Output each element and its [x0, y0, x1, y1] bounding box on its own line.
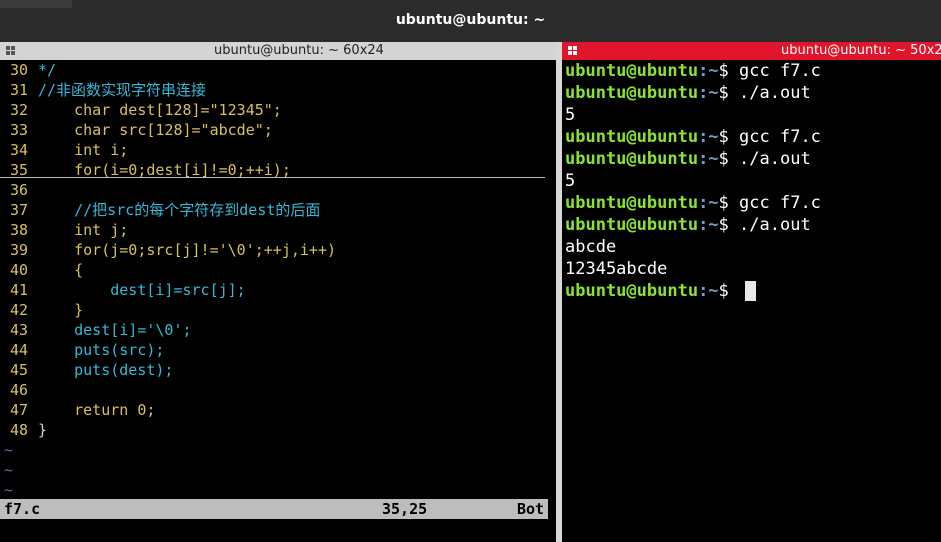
code-line: 33 char src[128]="abcde";: [10, 121, 273, 139]
code-line: 37 //把src的每个字符存到dest的后面: [10, 201, 321, 219]
terminal-command-line: ubuntu@ubuntu:~$ gcc f7.c: [565, 61, 821, 81]
code-line: 44 puts(src);: [10, 341, 165, 359]
empty-buffer-line: ~: [4, 481, 14, 499]
right-pane-title: ubuntu@ubuntu: ~ 50x21: [781, 43, 941, 58]
window-title: ubuntu@ubuntu: ~: [395, 12, 546, 28]
code-line: 48}: [10, 421, 48, 439]
status-filename: f7.c: [4, 500, 41, 518]
terminal-cursor: [745, 281, 757, 301]
code-line: 45 puts(dest);: [10, 361, 174, 379]
window-titlebar[interactable]: ubuntu@ubuntu: ~: [0, 0, 941, 42]
terminal-output-line: 12345abcde: [565, 259, 668, 279]
terminal-output-line: 5: [565, 105, 576, 125]
terminal-command-line: ubuntu@ubuntu:~$ gcc f7.c: [565, 193, 821, 213]
left-pane-titlebar[interactable]: ubuntu@ubuntu: ~ 60x24: [0, 42, 556, 60]
code-line: 41 dest[i]=src[j];: [10, 281, 246, 299]
code-line: 47 return 0;: [10, 401, 156, 419]
terminator-grid-icon[interactable]: [6, 46, 15, 55]
terminal-pane[interactable]: ubuntu@ubuntu:~$ gcc f7.c ubuntu@ubuntu:…: [562, 60, 941, 542]
terminal-output-line: abcde: [565, 237, 617, 257]
code-line: 38 int j;: [10, 221, 129, 239]
code-line: 40 {: [10, 261, 84, 279]
code-line: 34 int i;: [10, 141, 129, 159]
terminal-command-line: ubuntu@ubuntu:~$ gcc f7.c: [565, 127, 821, 147]
code-line: 30 */: [10, 61, 57, 79]
terminator-grid-icon[interactable]: [568, 46, 577, 55]
code-line: 42 }: [10, 301, 84, 319]
terminal-active-prompt[interactable]: ubuntu@ubuntu:~$: [565, 280, 757, 302]
code-line: 31//非函数实现字符串连接: [10, 81, 207, 99]
terminal-output-line: 5: [565, 171, 576, 191]
code-line: 36: [10, 181, 29, 199]
status-cursor-position: 35,25: [382, 500, 428, 518]
empty-buffer-line: ~: [4, 461, 14, 479]
terminal-command-line: ubuntu@ubuntu:~$ ./a.out: [565, 83, 811, 103]
terminal-command-line: ubuntu@ubuntu:~$ ./a.out: [565, 215, 811, 235]
code-line: 32 char dest[128]="12345";: [10, 101, 282, 119]
status-scroll-position: Bot: [517, 500, 545, 518]
empty-buffer-line: ~: [4, 441, 14, 459]
code-line: 43 dest[i]='\0';: [10, 321, 192, 339]
vim-status-line: f7.c 35,25 Bot: [0, 499, 548, 519]
terminal-command-line: ubuntu@ubuntu:~$ ./a.out: [565, 149, 811, 169]
code-line: 46: [10, 381, 29, 399]
cursor-line-underline: [0, 177, 545, 178]
left-pane-title: ubuntu@ubuntu: ~ 60x24: [214, 43, 384, 58]
code-line: 39 for(j=0;src[j]!='\0';++j,i++): [10, 241, 337, 259]
titlebar-left-region: [0, 0, 72, 8]
vim-editor-pane[interactable]: 30 */ 31//非函数实现字符串连接 32 char dest[128]="1…: [0, 60, 556, 542]
right-pane-titlebar[interactable]: ubuntu@ubuntu: ~ 50x21: [562, 42, 941, 60]
